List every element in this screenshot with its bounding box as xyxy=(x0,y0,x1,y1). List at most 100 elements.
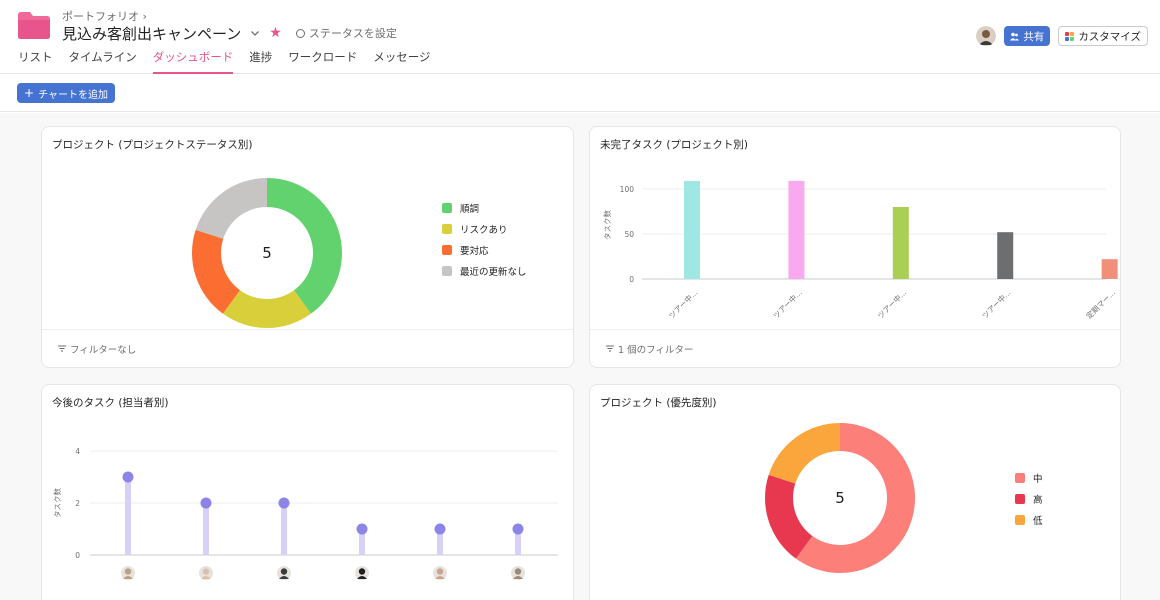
legend-label: 最近の更新なし xyxy=(460,266,527,278)
folder-icon xyxy=(18,12,50,39)
lollipop-point[interactable] xyxy=(356,523,368,535)
legend-item[interactable]: リスクあり xyxy=(442,218,527,239)
tab-timeline[interactable]: タイムライン xyxy=(61,50,145,74)
lollipop-point[interactable] xyxy=(278,497,290,509)
filter-icon xyxy=(58,345,66,352)
card-footer[interactable]: フィルターなし xyxy=(42,329,573,367)
legend-label: リスクあり xyxy=(460,224,508,236)
page-title[interactable]: 見込み客創出キャンペーン xyxy=(62,23,241,44)
lollipop-stem xyxy=(125,477,131,555)
card-incomplete-tasks[interactable]: 未完了タスク (プロジェクト別) 0 50 100 タスク数 ツアー中... ツアー中..… xyxy=(589,126,1121,368)
y-axis-label: タスク数 xyxy=(52,488,62,518)
legend-label: 順調 xyxy=(460,203,480,215)
filter-icon xyxy=(606,345,614,352)
legend-item[interactable]: 中 xyxy=(1015,467,1043,488)
legend-swatch xyxy=(1015,514,1025,525)
legend-item[interactable]: 低 xyxy=(1015,509,1043,530)
share-button[interactable]: 共有 xyxy=(1004,26,1051,46)
plus-icon: + xyxy=(24,86,35,100)
bar[interactable] xyxy=(1101,259,1118,279)
upcoming-tasks-chart[interactable]: 0 2 4 タスク数 xyxy=(42,385,574,600)
incomplete-tasks-bar-chart[interactable]: 0 50 100 タスク数ツアー中... ツアー中... ツアー中... ツアー中... 定期… xyxy=(590,127,1121,331)
legend-item[interactable]: 最近の更新なし xyxy=(442,260,527,281)
customize-button[interactable]: カスタマイズ xyxy=(1058,26,1148,46)
x-tick-label: ツアー中... xyxy=(980,287,1013,320)
share-label: 共有 xyxy=(1023,30,1045,43)
donut-slice[interactable] xyxy=(267,178,342,314)
set-status-button[interactable]: ステータスを設定 xyxy=(295,25,397,41)
legend-swatch xyxy=(1015,472,1025,483)
assignee-avatar[interactable] xyxy=(277,566,291,580)
user-avatar[interactable] xyxy=(976,26,997,46)
y-tick-label: 100 xyxy=(620,185,635,194)
legend-item[interactable]: 順調 xyxy=(442,197,527,218)
filter-label: フィルターなし xyxy=(70,344,137,356)
assignee-avatar[interactable] xyxy=(121,566,135,580)
dashboard-canvas: プロジェクト (プロジェクトステータス別) 5 順調 リスクあり 要対応 最近の更新な… xyxy=(0,113,1160,600)
legend-swatch xyxy=(442,244,452,255)
people-icon xyxy=(1010,32,1020,40)
legend-swatch xyxy=(442,202,452,213)
status-label: ステータスを設定 xyxy=(308,27,397,40)
project-header: ポートフォリオ › 見込み客創出キャンペーン ★ ステータスを設定 リスト タイ… xyxy=(0,0,1160,74)
donut-slice[interactable] xyxy=(768,423,840,484)
add-chart-label: チャートを追加 xyxy=(38,89,108,101)
dashboard-toolbar: + チャートを追加 xyxy=(0,74,1160,112)
assignee-avatar[interactable] xyxy=(355,566,369,580)
legend-swatch xyxy=(442,223,452,234)
legend-label: 低 xyxy=(1033,515,1043,527)
lollipop-stem xyxy=(281,503,287,555)
y-tick-label: 50 xyxy=(624,230,634,239)
lollipop-point[interactable] xyxy=(512,523,524,535)
legend-label: 要対応 xyxy=(460,245,489,257)
x-tick-label: ツアー中... xyxy=(771,287,804,320)
tab-workload[interactable]: ワークロード xyxy=(280,50,365,74)
legend-item[interactable]: 要対応 xyxy=(442,239,527,260)
customize-label: カスタマイズ xyxy=(1078,30,1141,43)
lollipop-point[interactable] xyxy=(200,497,212,509)
status-circle-icon xyxy=(295,28,305,38)
card-project-status[interactable]: プロジェクト (プロジェクトステータス別) 5 順調 リスクあり 要対応 最近の更新な… xyxy=(41,126,574,368)
assignee-avatar[interactable] xyxy=(199,566,213,580)
donut-center-value: 5 xyxy=(262,244,272,262)
donut-center-value: 5 xyxy=(835,489,845,507)
add-chart-button[interactable]: + チャートを追加 xyxy=(17,83,115,103)
filter-label: 1 個のフィルター xyxy=(618,344,694,356)
bar[interactable] xyxy=(684,180,700,279)
tab-messages[interactable]: メッセージ xyxy=(365,50,438,74)
bar[interactable] xyxy=(788,180,805,279)
y-tick-label: 0 xyxy=(629,275,634,284)
y-tick-label: 2 xyxy=(75,499,80,508)
assignee-avatar[interactable] xyxy=(433,566,447,580)
card-footer[interactable]: 1 個のフィルター xyxy=(590,329,1120,367)
y-tick-label: 4 xyxy=(75,447,80,456)
card-upcoming-tasks[interactable]: 今後のタスク (担当者別) 0 2 4 タスク数 xyxy=(41,384,574,600)
donut-slice[interactable] xyxy=(222,290,312,328)
tab-list[interactable]: リスト xyxy=(16,50,61,74)
legend-swatch xyxy=(442,265,452,276)
legend-item[interactable]: 高 xyxy=(1015,488,1043,509)
customize-grid-icon xyxy=(1065,31,1075,41)
lollipop-stem xyxy=(203,503,209,555)
y-axis-label: タスク数 xyxy=(602,210,612,240)
donut-slice[interactable] xyxy=(195,178,267,239)
y-tick-label: 0 xyxy=(75,551,80,560)
chevron-down-icon[interactable] xyxy=(249,27,261,39)
priority-legend: 中高低 xyxy=(1015,467,1043,530)
x-tick-label: ツアー中... xyxy=(666,287,699,320)
lollipop-point[interactable] xyxy=(434,523,446,535)
lollipop-point[interactable] xyxy=(122,471,134,483)
bar[interactable] xyxy=(892,207,909,279)
assignee-avatar[interactable] xyxy=(511,566,525,580)
x-tick-label: ツアー中... xyxy=(875,287,908,320)
card-project-priority[interactable]: プロジェクト (優先度別) 5 中高低 xyxy=(589,384,1121,600)
bar[interactable] xyxy=(997,232,1014,279)
tab-bar: リスト タイムライン ダッシュボード 進捗 ワークロード メッセージ xyxy=(16,50,438,74)
status-legend: 順調リスクあり要対応最近の更新なし xyxy=(442,197,527,281)
tab-progress[interactable]: 進捗 xyxy=(241,50,280,74)
tab-dashboard[interactable]: ダッシュボード xyxy=(145,50,242,74)
legend-label: 中 xyxy=(1033,473,1043,485)
legend-swatch xyxy=(1015,493,1025,504)
star-icon[interactable]: ★ xyxy=(269,26,282,40)
legend-label: 高 xyxy=(1033,494,1043,506)
